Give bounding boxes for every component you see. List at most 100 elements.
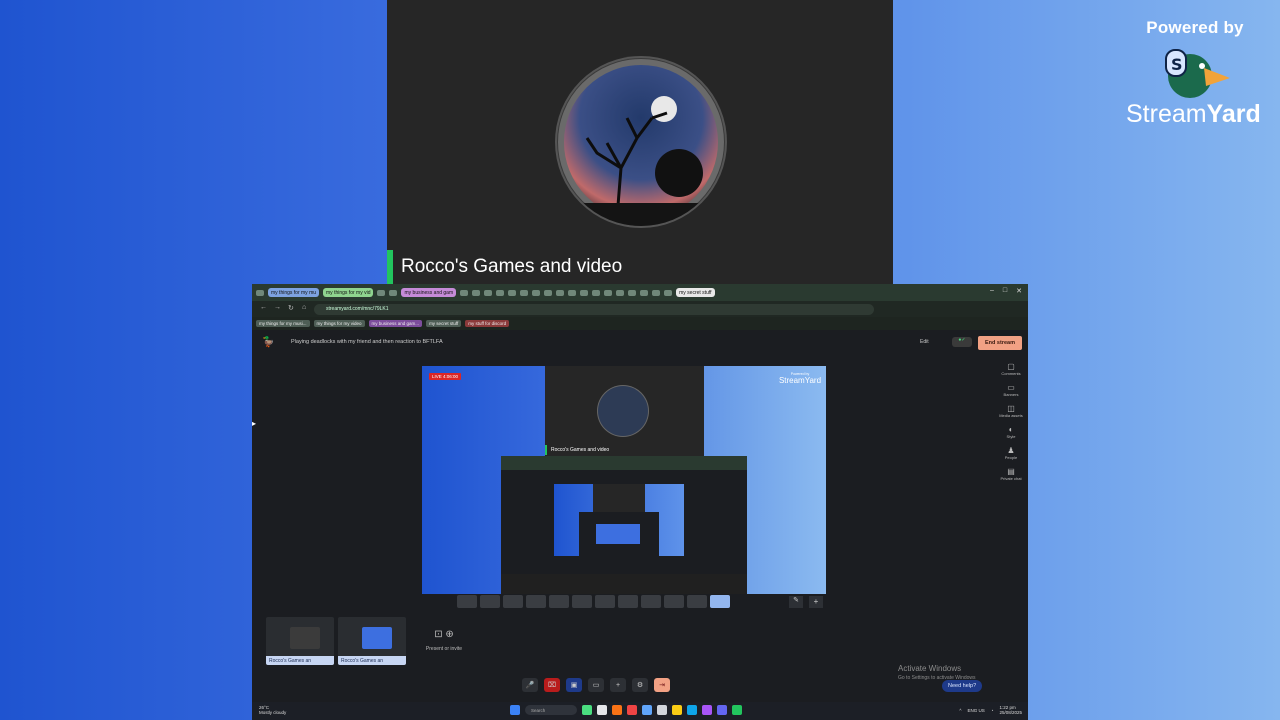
broadcast-title[interactable]: Playing deadlocks with my friend and the… (291, 339, 443, 345)
edit-button[interactable]: Edit (920, 339, 929, 345)
tab-favicon[interactable] (544, 289, 553, 296)
app-icon[interactable] (627, 705, 637, 715)
tab-favicon[interactable] (520, 289, 529, 296)
app-icon[interactable] (702, 705, 712, 715)
tab-favicon[interactable] (580, 289, 589, 296)
invite-icon[interactable]: + (610, 678, 626, 692)
tab-favicon[interactable] (484, 289, 493, 296)
layout-option[interactable] (687, 595, 707, 608)
rail-comments[interactable]: ▢ Comments (997, 362, 1025, 376)
discord-icon[interactable] (717, 705, 727, 715)
maximize-icon[interactable]: □ (1003, 287, 1007, 295)
layout-picker (457, 595, 730, 610)
screen-share-tile[interactable]: Rocco's Games an (338, 617, 406, 665)
present-or-invite[interactable]: ⊡ ⊕ Present or invite (410, 619, 478, 665)
rail-media-assets[interactable]: ◫ Media assets (997, 404, 1025, 418)
taskbar-search[interactable]: Search (525, 705, 577, 715)
app-icon[interactable] (657, 705, 667, 715)
layout-option[interactable] (549, 595, 569, 608)
tab-favicon[interactable] (592, 289, 601, 296)
destination-toggle[interactable]: ●✓ (952, 337, 972, 347)
layout-option[interactable] (526, 595, 546, 608)
layout-option[interactable] (618, 595, 638, 608)
need-help-button[interactable]: Need help? (942, 680, 983, 692)
microphone-icon[interactable]: 🎤 (522, 678, 538, 692)
share-screen-icon[interactable]: ▣ (566, 678, 582, 692)
leave-studio-icon[interactable]: ⇥ (654, 678, 670, 692)
tab-favicon[interactable] (532, 289, 541, 296)
layout-option[interactable] (480, 595, 500, 608)
home-icon[interactable]: ⌂ (302, 304, 306, 311)
tab-group-1[interactable]: my things for my mu (268, 288, 320, 297)
tab-favicon[interactable] (496, 289, 505, 296)
bookmark-folder[interactable]: my stuff for discord (465, 320, 510, 327)
live-badge: LIVE 4:06:00 (429, 373, 462, 380)
tray-chevron-icon[interactable]: ^ (959, 708, 961, 713)
layout-option[interactable] (664, 595, 684, 608)
rail-people[interactable]: ♟ People (997, 446, 1025, 460)
tab-group-2[interactable]: my things for my vid (323, 288, 374, 297)
bookmark-folder[interactable]: my business and gam... (368, 320, 423, 327)
back-icon[interactable]: ← (260, 304, 267, 311)
layout-option-selected[interactable] (710, 595, 730, 608)
rail-banners[interactable]: ▭ Banners (997, 383, 1025, 397)
bookmark-folder[interactable]: my secret stuff (426, 320, 462, 327)
app-icon[interactable] (612, 705, 622, 715)
tab-favicon[interactable] (568, 289, 577, 296)
windows-start-icon[interactable] (510, 705, 520, 715)
address-bar-row: ← → ↻ ⌂ streamyard.com/mnc/79LK1 (252, 301, 1028, 317)
tab-favicon[interactable] (640, 289, 649, 296)
rail-private-chat[interactable]: ▤ Private chat (997, 467, 1025, 481)
svg-text:S: S (1171, 55, 1183, 74)
activate-title: Activate Windows (898, 664, 962, 673)
app-icon[interactable] (582, 705, 592, 715)
tray-lang[interactable]: ENG US (967, 708, 984, 713)
add-layout-icon[interactable]: + (809, 596, 823, 608)
app-icon[interactable] (597, 705, 607, 715)
tab-favicon[interactable] (652, 289, 661, 296)
taskbar-apps: Search (510, 705, 742, 715)
tab-favicon[interactable] (389, 289, 398, 296)
tab-favicon[interactable] (472, 289, 481, 296)
settings-icon[interactable]: ⚙ (632, 678, 648, 692)
guest-tile[interactable]: Rocco's Games an (266, 617, 334, 665)
close-icon[interactable]: ✕ (1016, 287, 1022, 295)
studio-logo-icon[interactable]: 🦆 (262, 337, 274, 348)
tab-group-4[interactable]: my secret stuff (676, 288, 715, 297)
camera-off-icon[interactable]: ⌧ (544, 678, 560, 692)
tab-group-3[interactable]: my business and gam (401, 288, 457, 297)
layout-option[interactable] (595, 595, 615, 608)
layout-option[interactable] (503, 595, 523, 608)
clock[interactable]: 1:22 pm 25/08/2025 (999, 705, 1022, 715)
tab-favicon[interactable] (508, 289, 517, 296)
reload-icon[interactable]: ↻ (288, 304, 294, 312)
minimize-icon[interactable]: – (990, 287, 994, 295)
brand-name-part-b: Yard (1206, 100, 1261, 128)
wifi-icon[interactable]: ◔ (991, 708, 994, 713)
tab-favicon[interactable] (460, 289, 469, 296)
tab-favicon[interactable] (604, 289, 613, 296)
url-field[interactable]: streamyard.com/mnc/79LK1 (314, 303, 874, 315)
tab-favicon[interactable] (628, 289, 637, 296)
forward-icon[interactable]: → (274, 304, 281, 311)
layout-option[interactable] (572, 595, 592, 608)
chrome-icon[interactable] (732, 705, 742, 715)
layout-option[interactable] (457, 595, 477, 608)
tab-favicon[interactable] (616, 289, 625, 296)
tab-menu-icon[interactable] (256, 289, 264, 296)
layout-option[interactable] (641, 595, 661, 608)
bookmark-folder[interactable]: my things for my video (313, 320, 365, 327)
tab-favicon[interactable] (664, 289, 673, 296)
edge-icon[interactable] (687, 705, 697, 715)
weather-widget[interactable]: 26°C Mostly cloudy (259, 705, 286, 715)
tab-favicon[interactable] (556, 289, 565, 296)
tab-favicon[interactable] (377, 289, 386, 296)
end-stream-button[interactable]: End stream (978, 336, 1022, 350)
app-icon[interactable] (642, 705, 652, 715)
folder-icon[interactable] (672, 705, 682, 715)
rail-style[interactable]: ◐ Style (997, 425, 1025, 439)
present-screen-icon[interactable]: ▭ (588, 678, 604, 692)
brand-wordmark: StreamYard (1126, 100, 1261, 129)
bookmark-folder[interactable]: my things for my musi... (256, 320, 310, 327)
pencil-icon[interactable]: ✎ (789, 596, 803, 608)
